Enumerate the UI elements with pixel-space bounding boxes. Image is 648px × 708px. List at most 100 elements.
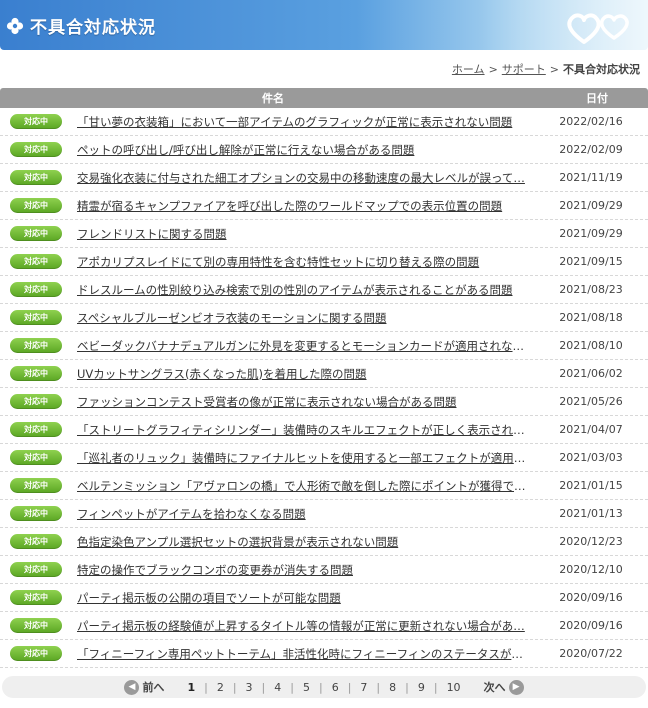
breadcrumb-support-link[interactable]: サポート [502,63,546,76]
issue-date: 2021/04/07 [559,423,623,436]
table-body: 対応中 「甘い夢の衣装箱」において一部アイテムのグラフィックが正常に表示されない問… [0,108,648,668]
issue-title-link[interactable]: フレンドリストに関する問題 [77,226,532,242]
status-badge: 対応中 [10,618,62,633]
status-badge: 対応中 [10,310,62,325]
table-row: 対応中 精霊が宿るキャンプファイアを呼び出した際のワールドマップでの表示位置の問題… [0,192,648,220]
page-number-link[interactable]: 5 [294,681,319,694]
page-number-link: 1 [187,680,196,694]
table-row: 対応中 「ストリートグラフィティシリンダー」装備時のスキルエフェクトが正しく表示さ… [0,416,648,444]
issue-title-link[interactable]: UVカットサングラス(赤くなった肌)を着用した際の問題 [77,366,532,382]
issue-title-link[interactable]: ペットの呼び出し/呼び出し解除が正常に行えない場合がある問題 [77,142,532,158]
arrow-right-icon: ▶ [508,679,524,695]
page-number-link[interactable]: 4 [265,681,290,694]
prev-page-button[interactable]: ◀ 前へ [124,679,164,695]
issue-title-link[interactable]: 色指定染色アンプル選択セットの選択背景が表示されない問題 [77,534,532,550]
issue-title-link[interactable]: パーティ掲示板の公開の項目でソートが可能な問題 [77,590,532,606]
breadcrumb-home-link[interactable]: ホーム [452,63,485,76]
table-row: 対応中 アポカリプスレイドにて別の専用特性を含む特性セットに切り替える際の問題 20… [0,248,648,276]
page-number-link[interactable]: 3 [237,681,262,694]
table-row: 対応中 「フィニーフィン専用ペットトーテム」非活性化時にフィニーフィンのステータス… [0,640,648,668]
issue-title-link[interactable]: アポカリプスレイドにて別の専用特性を含む特性セットに切り替える際の問題 [77,254,532,270]
issue-title-link[interactable]: ファッションコンテスト受賞者の像が正常に表示されない場合がある問題 [77,394,532,410]
issue-title-link[interactable]: 「巡礼者のリュック」装備時にファイナルヒットを使用すると一部エフェクトが適用され… [77,450,532,466]
issue-date: 2020/12/23 [559,535,623,548]
issue-title-link[interactable]: ドレスルームの性別絞り込み検索で別の性別のアイテムが表示されることがある問題 [77,282,532,298]
status-badge: 対応中 [10,198,62,213]
issue-title-link[interactable]: 「フィニーフィン専用ペットトーテム」非活性化時にフィニーフィンのステータスが大幅… [77,646,532,662]
page-number-link[interactable]: 8 [380,681,405,694]
table-row: 対応中 「甘い夢の衣装箱」において一部アイテムのグラフィックが正常に表示されない問… [0,108,648,136]
issue-date: 2021/09/15 [559,255,623,268]
issue-title-link[interactable]: 特定の操作でブラックコンボの変更券が消失する問題 [77,562,532,578]
issue-title-link[interactable]: 「ストリートグラフィティシリンダー」装備時のスキルエフェクトが正しく表示されない… [77,422,532,438]
prev-page-label: 前へ [142,681,165,694]
next-page-button[interactable]: 次へ ▶ [484,679,524,695]
table-row: 対応中 パーティ掲示板の経験値が上昇するタイトル等の情報が正常に更新されない場合が… [0,612,648,640]
breadcrumb-current: 不具合対応状況 [563,63,640,76]
page-header: 不具合対応状況 [0,0,648,50]
issue-date: 2021/09/29 [559,227,623,240]
status-badge: 対応中 [10,422,62,437]
page-number-link[interactable]: 6 [323,681,348,694]
issue-title-link[interactable]: スペシャルブルーゼンビオラ衣装のモーションに関する問題 [77,310,532,326]
issue-date: 2022/02/09 [559,143,623,156]
table-row: 対応中 「巡礼者のリュック」装備時にファイナルヒットを使用すると一部エフェクトが適… [0,444,648,472]
issue-date: 2021/08/23 [559,283,623,296]
status-badge: 対応中 [10,170,62,185]
table-row: 対応中 スペシャルブルーゼンビオラ衣装のモーションに関する問題 2021/08/18 [0,304,648,332]
page-number-link[interactable]: 9 [409,681,434,694]
issue-title-link[interactable]: 精霊が宿るキャンプファイアを呼び出した際のワールドマップでの表示位置の問題 [77,198,532,214]
bug-status-table: 件名 日付 対応中 「甘い夢の衣装箱」において一部アイテムのグラフィックが正常に表… [0,88,648,668]
page-number-link[interactable]: 10 [438,681,470,694]
next-page-label: 次へ [483,681,506,694]
table-row: 対応中 ベルテンミッション「アヴァロンの橋」で人形術で敵を倒した際にポイントが獲得… [0,472,648,500]
table-row: 対応中 特定の操作でブラックコンボの変更券が消失する問題 2020/12/10 [0,556,648,584]
issue-title-link[interactable]: 交易強化衣装に付与された細工オプションの交易中の移動速度の最大レベルが誤って… [77,170,532,186]
table-row: 対応中 ファッションコンテスト受賞者の像が正常に表示されない場合がある問題 2021… [0,388,648,416]
issue-date: 2021/01/13 [559,507,623,520]
issue-date: 2020/07/22 [559,647,623,660]
issue-date: 2021/01/15 [559,479,623,492]
issue-date: 2021/08/18 [559,311,623,324]
status-badge: 対応中 [10,254,62,269]
status-badge: 対応中 [10,226,62,241]
issue-title-link[interactable]: ベルテンミッション「アヴァロンの橋」で人形術で敵を倒した際にポイントが獲得できな… [77,478,532,494]
breadcrumb-separator: > [488,63,498,76]
page-title: 不具合対応状況 [30,18,156,38]
status-badge: 対応中 [10,646,62,661]
issue-date: 2022/02/16 [559,115,623,128]
status-badge: 対応中 [10,450,62,465]
status-badge: 対応中 [10,534,62,549]
status-badge: 対応中 [10,142,62,157]
status-badge: 対応中 [10,506,62,521]
status-badge: 対応中 [10,394,62,409]
column-header-date: 日付 [586,92,608,105]
breadcrumb: ホーム > サポート > 不具合対応状況 [452,61,640,77]
issue-title-link[interactable]: 「甘い夢の衣装箱」において一部アイテムのグラフィックが正常に表示されない問題 [77,114,532,130]
issue-date: 2020/09/16 [559,619,623,632]
status-badge: 対応中 [10,282,62,297]
issue-date: 2021/03/03 [559,451,623,464]
issue-title-link[interactable]: パーティ掲示板の経験値が上昇するタイトル等の情報が正常に更新されない場合があ… [77,618,532,634]
column-header-title: 件名 [262,92,284,105]
issue-title-link[interactable]: ベビーダックバナナデュアルガンに外見を変更するとモーションカードが適用されない問… [77,338,532,354]
table-row: 対応中 フレンドリストに関する問題 2021/09/29 [0,220,648,248]
arrow-left-icon: ◀ [124,679,140,695]
status-badge: 対応中 [10,366,62,381]
table-row: 対応中 交易強化衣装に付与された細工オプションの交易中の移動速度の最大レベルが誤っ… [0,164,648,192]
hearts-decoration-icon [567,13,629,44]
issue-date: 2021/08/10 [559,339,623,352]
page-number-link[interactable]: 7 [351,681,376,694]
table-row: 対応中 色指定染色アンプル選択セットの選択背景が表示されない問題 2020/12/2… [0,528,648,556]
status-badge: 対応中 [10,338,62,353]
table-row: 対応中 ドレスルームの性別絞り込み検索で別の性別のアイテムが表示されることがある問… [0,276,648,304]
breadcrumb-separator: > [549,63,559,76]
page-number-link[interactable]: 2 [208,681,233,694]
issue-date: 2021/09/29 [559,199,623,212]
table-row: 対応中 パーティ掲示板の公開の項目でソートが可能な問題 2020/09/16 [0,584,648,612]
issue-date: 2020/09/16 [559,591,623,604]
status-badge: 対応中 [10,114,62,129]
pagination: ◀ 前へ 1 | 2 | 3 | 4 | 5 | 6 | 7 | 8 | 9 | 10 次へ ▶ [2,676,646,698]
issue-title-link[interactable]: フィンペットがアイテムを拾わなくなる問題 [77,506,532,522]
table-row: 対応中 UVカットサングラス(赤くなった肌)を着用した際の問題 2021/06/02 [0,360,648,388]
